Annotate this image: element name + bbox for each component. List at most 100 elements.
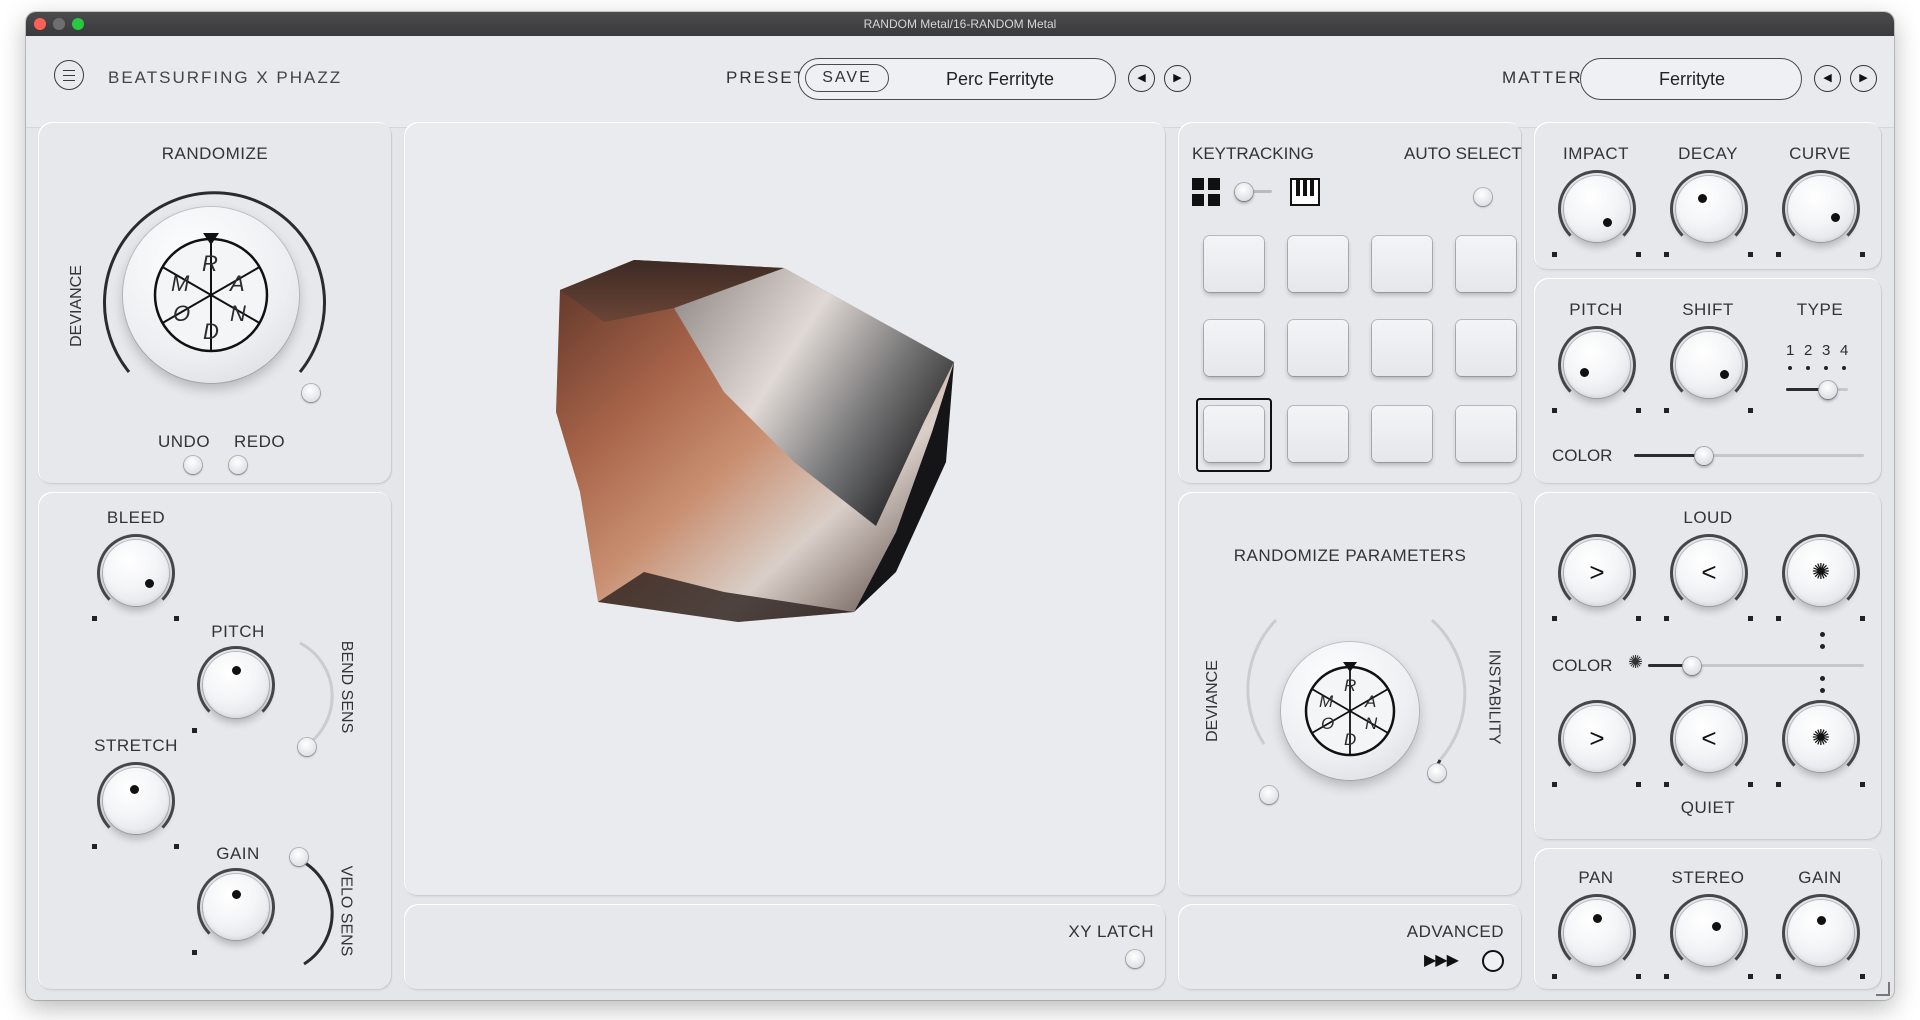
param-letter-o: O [1321,714,1335,733]
type-slider[interactable] [1786,388,1848,391]
left-pitch-knob[interactable] [197,646,275,724]
impact-label: IMPACT [1563,144,1629,163]
stretch-knob[interactable] [97,762,175,840]
pan-knob[interactable] [1558,894,1636,972]
deviance-handle[interactable] [302,384,320,402]
expand-icon: < [1701,557,1717,587]
quiet-label: QUIET [1680,798,1736,817]
matter-selector[interactable]: Ferrityte [1580,58,1802,100]
piano-icon [1290,178,1320,206]
type-option-4[interactable]: 4 [1840,342,1848,359]
type-option-3[interactable]: 3 [1822,342,1830,359]
type-option-2[interactable]: 2 [1804,342,1812,359]
pad-3[interactable] [1372,236,1432,292]
parameters-randomize-dial[interactable]: R A N D O M [1281,642,1419,780]
matter-prev-button[interactable]: ◀ [1814,65,1841,92]
curve-knob[interactable] [1782,170,1860,248]
dynamics-panel: LOUD > < ✺ COLOR ✺ > < ✺ QUIET [1534,492,1882,840]
minimize-window-button[interactable] [53,18,65,30]
velo-sens-arc[interactable] [294,854,334,974]
pad-10[interactable] [1288,406,1348,462]
pad-6[interactable] [1288,320,1348,376]
type-slider-thumb[interactable] [1819,380,1837,399]
sparkle-icon: ✺ [1811,559,1831,584]
save-button[interactable]: SAVE [805,64,889,92]
decay-knob[interactable] [1670,170,1748,248]
impact-knob[interactable] [1558,170,1636,248]
output-gain-knob[interactable] [1782,894,1860,972]
tone-panel: PITCH SHIFT TYPE 1 2 3 4 COLOR [1534,278,1882,484]
instability-handle[interactable] [1428,764,1446,782]
pad-9[interactable] [1204,406,1264,462]
loud-compress-knob[interactable]: > [1558,534,1636,612]
preset-next-button[interactable]: ▶ [1164,65,1191,92]
auto-select-label: AUTO SELECT [1404,144,1522,163]
loud-expand-knob[interactable]: < [1670,534,1748,612]
velo-sens-handle[interactable] [290,848,308,866]
bend-sens-label: BEND SENS [338,640,356,734]
matter-object-image [556,260,954,622]
quiet-sparkle-knob[interactable]: ✺ [1782,700,1860,778]
tone-color-label: COLOR [1552,446,1613,465]
preset-prev-button[interactable]: ◀ [1128,65,1155,92]
parameters-deviance-label: DEVIANCE [1203,660,1221,742]
pad-8[interactable] [1456,320,1516,376]
letter-r: R [202,251,218,276]
preset-selector[interactable]: SAVE Perc Ferrityte [798,58,1116,100]
close-window-button[interactable] [34,18,46,30]
left-gain-knob[interactable] [197,868,275,946]
param-letter-n: N [1365,714,1378,733]
param-letter-m: M [1319,692,1334,711]
pad-12[interactable] [1456,406,1516,462]
xy-latch-toggle[interactable] [1126,950,1144,968]
plugin-window: RANDOM Metal/16-RANDOM Metal BEATSURFING… [26,12,1894,1000]
preset-label: PRESET [726,68,807,87]
quiet-expand-knob[interactable]: < [1670,700,1748,778]
bend-sens-handle[interactable] [298,738,316,756]
tone-pitch-knob[interactable] [1558,326,1636,404]
envelope-panel: IMPACT DECAY CURVE [1534,122,1882,270]
zoom-window-button[interactable] [72,18,84,30]
bend-sens-arc[interactable] [294,637,334,757]
tone-color-thumb[interactable] [1695,446,1713,465]
undo-button[interactable] [184,456,202,474]
redo-button[interactable] [229,456,247,474]
advanced-toggle[interactable] [1482,950,1504,972]
resize-grip-icon[interactable] [1876,982,1890,996]
pad-4[interactable] [1456,236,1516,292]
parameters-deviance-handle[interactable] [1260,786,1278,804]
bleed-knob[interactable] [97,534,175,612]
dynamics-color-thumb[interactable] [1683,656,1701,675]
type-label: TYPE [1796,300,1844,319]
randomize-dial[interactable]: R A N D O M [123,207,299,383]
tone-color-slider[interactable] [1634,454,1864,457]
keytracking-label: KEYTRACKING [1192,144,1314,163]
pad-2[interactable] [1288,236,1348,292]
advanced-arrows-icon[interactable]: ▶▶▶ [1424,950,1459,970]
pad-5[interactable] [1204,320,1264,376]
keytracking-mode-thumb[interactable] [1235,182,1253,201]
instability-label: INSTABILITY [1485,649,1503,745]
auto-select-toggle[interactable] [1474,188,1492,206]
dynamics-color-slider[interactable] [1648,664,1864,667]
output-gain-label: GAIN [1798,868,1842,887]
letter-o: O [173,301,191,326]
decay-label: DECAY [1678,144,1738,163]
matter-next-button[interactable]: ▶ [1850,65,1877,92]
menu-icon[interactable] [54,60,84,90]
quiet-compress-knob[interactable]: > [1558,700,1636,778]
pad-11[interactable] [1372,406,1432,462]
param-letter-a: A [1365,692,1377,711]
shift-knob[interactable] [1670,326,1748,404]
xy-latch-panel: XY LATCH [404,904,1166,990]
pad-1[interactable] [1204,236,1264,292]
tone-pitch-label: PITCH [1569,300,1623,319]
loud-sparkle-knob[interactable]: ✺ [1782,534,1860,612]
randomize-parameters-panel: RANDOMIZE PARAMETERS DEVIANCE INSTABILIT… [1178,492,1522,896]
stereo-knob[interactable] [1670,894,1748,972]
pad-7[interactable] [1372,320,1432,376]
type-option-1[interactable]: 1 [1786,342,1794,359]
advanced-label: ADVANCED [1406,922,1504,941]
randomize-deviance-label: DEVIANCE [67,265,85,347]
xy-pad[interactable] [404,122,1166,896]
